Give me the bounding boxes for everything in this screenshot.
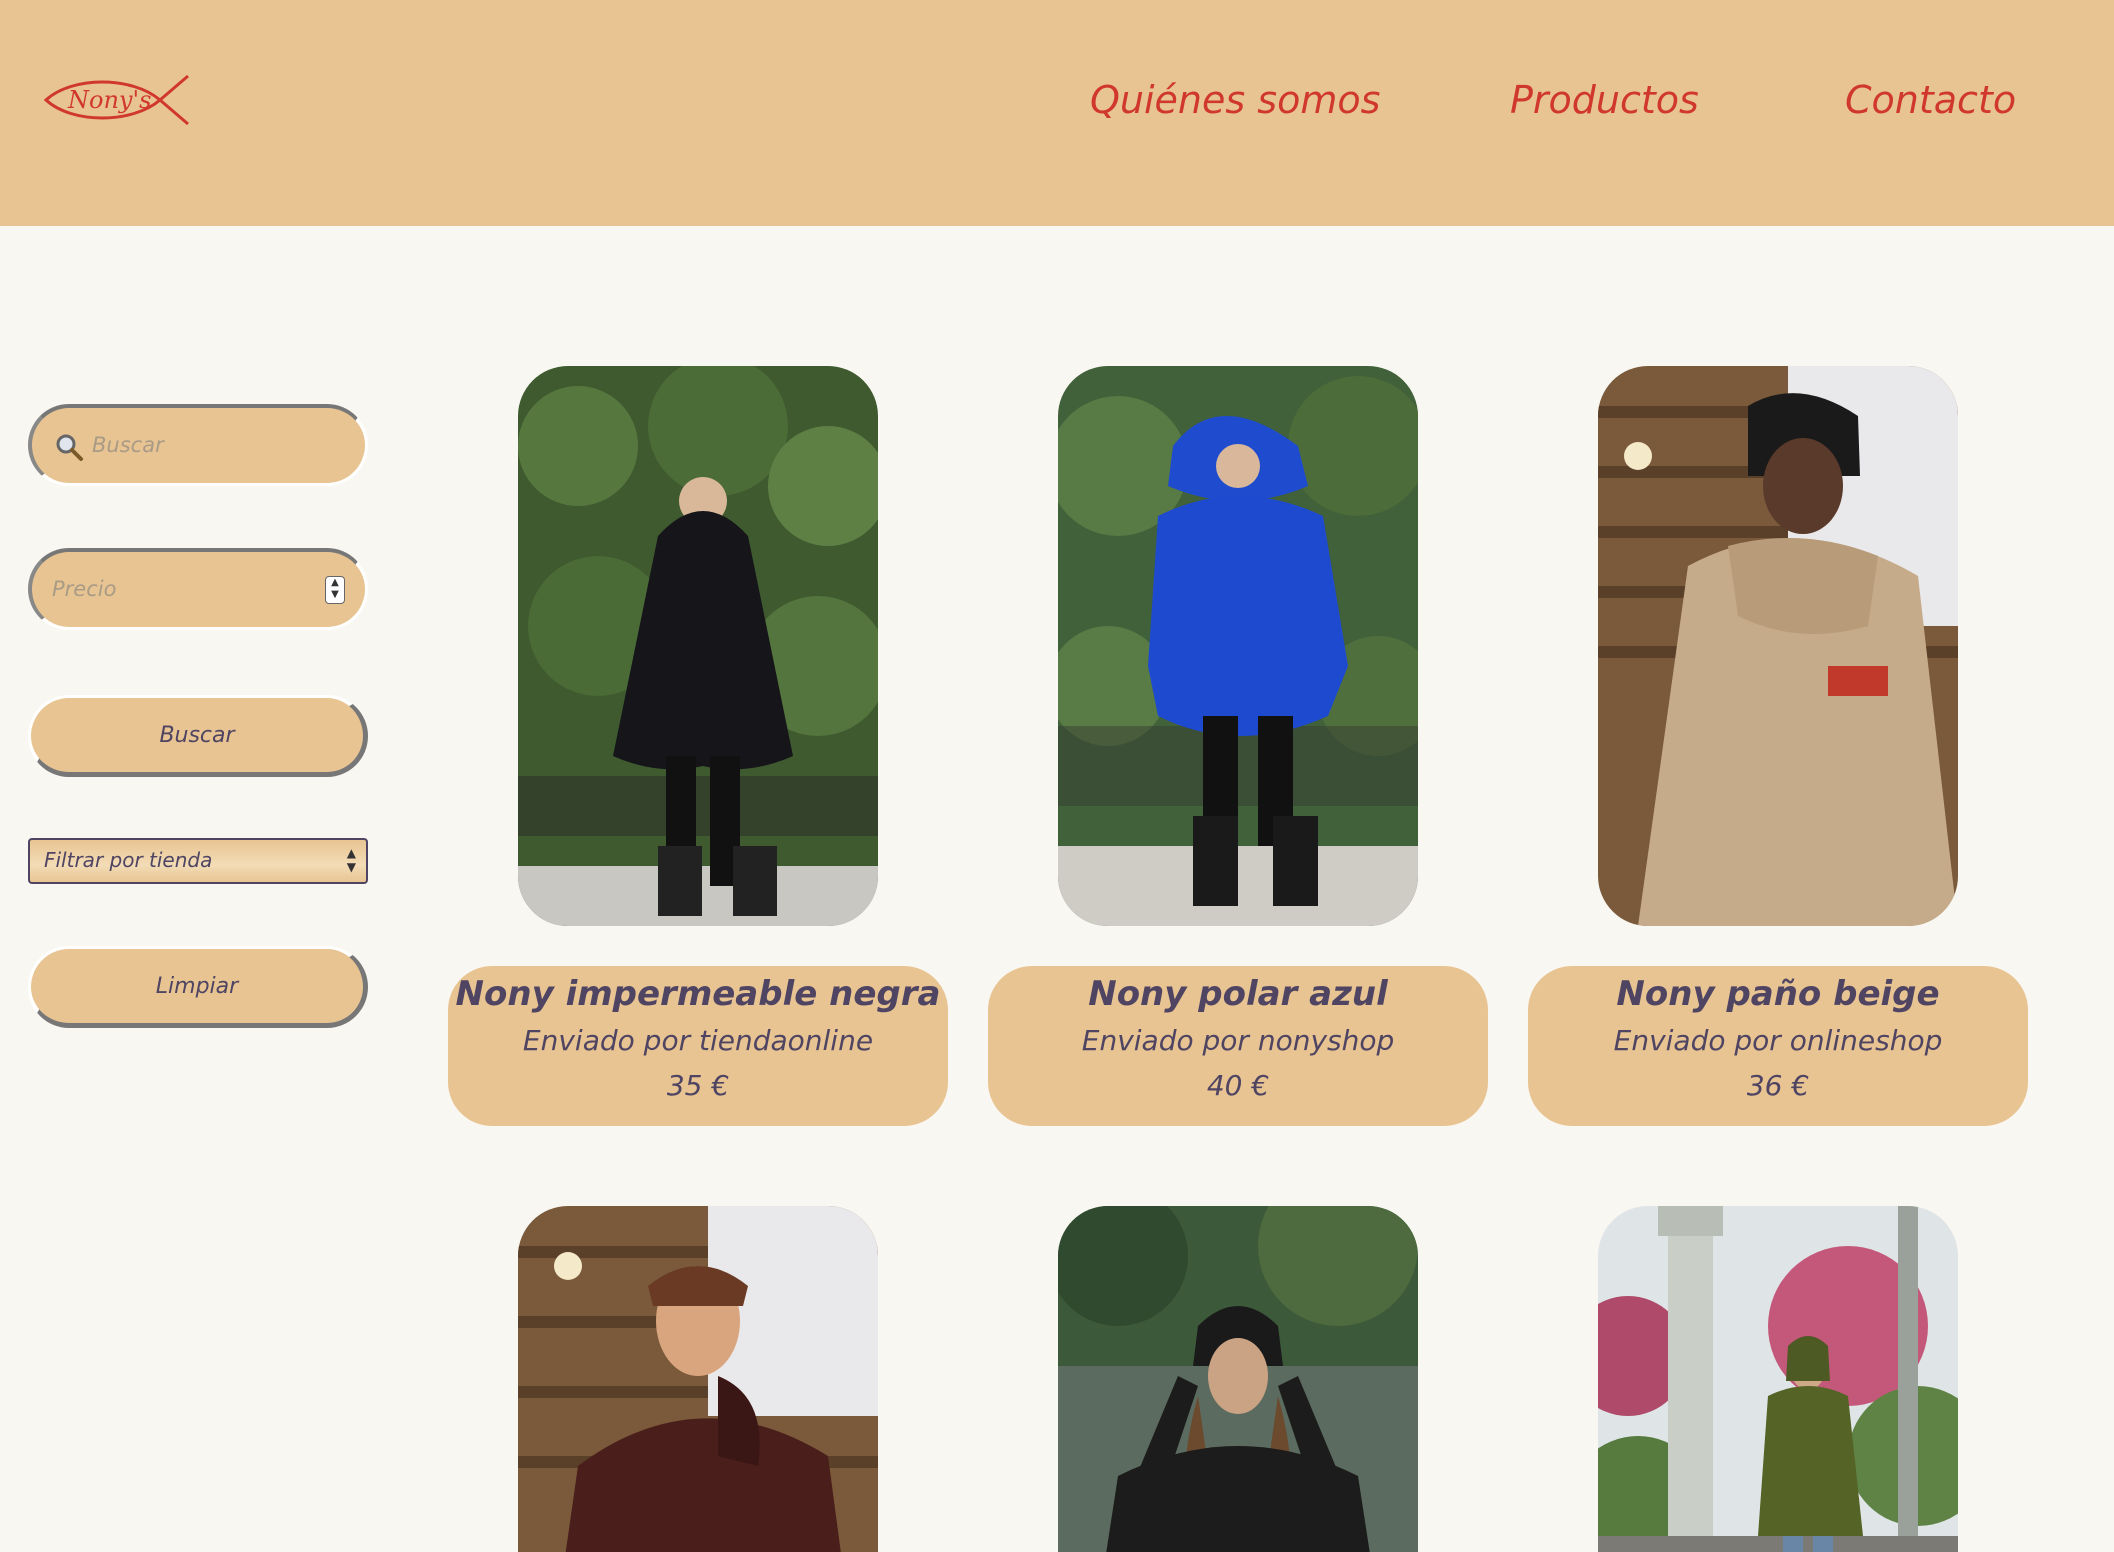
search-placeholder: Buscar bbox=[92, 433, 164, 457]
product-image[interactable] bbox=[1058, 1206, 1418, 1552]
product-shop: Enviado por onlineshop bbox=[1613, 1024, 1943, 1057]
price-stepper-icon[interactable]: ▲ ▼ bbox=[325, 576, 345, 604]
product-name: Nony polar azul bbox=[1088, 974, 1388, 1014]
product-price: 36 € bbox=[1746, 1069, 1810, 1102]
fish-logo-icon[interactable]: Nony's bbox=[42, 72, 192, 128]
product-shop: Enviado por tiendaonline bbox=[522, 1024, 874, 1057]
product-price: 40 € bbox=[1206, 1069, 1270, 1102]
product-image[interactable] bbox=[518, 1206, 878, 1552]
nav-productos[interactable]: Productos bbox=[1510, 78, 1699, 122]
price-placeholder: Precio bbox=[52, 577, 117, 601]
store-filter-label: Filtrar por tienda bbox=[44, 848, 213, 872]
svg-text:Nony's: Nony's bbox=[67, 86, 151, 114]
price-input[interactable]: Precio ▲ ▼ bbox=[28, 548, 368, 630]
product-image[interactable] bbox=[1598, 1206, 1958, 1552]
product-info: Nony polar azul Enviado por nonyshop 40 … bbox=[988, 966, 1488, 1126]
store-filter-select[interactable]: Filtrar por tienda ▲ ▼ bbox=[28, 838, 368, 884]
product-image[interactable] bbox=[1058, 366, 1418, 926]
site-header: Nony's Quiénes somos Productos Contacto bbox=[0, 0, 2114, 226]
search-input[interactable]: Buscar bbox=[28, 404, 368, 486]
product-price: 35 € bbox=[666, 1069, 730, 1102]
select-arrows-icon: ▲ ▼ bbox=[346, 846, 356, 874]
search-button[interactable]: Buscar bbox=[28, 695, 368, 777]
clear-button[interactable]: Limpiar bbox=[28, 946, 368, 1028]
product-name: Nony paño beige bbox=[1616, 974, 1940, 1014]
product-name: Nony impermeable negra bbox=[455, 974, 941, 1014]
nav-contacto[interactable]: Contacto bbox=[1845, 78, 2016, 122]
product-info: Nony paño beige Enviado por onlineshop 3… bbox=[1528, 966, 2028, 1126]
product-image[interactable] bbox=[1598, 366, 1958, 926]
nav-quienes-somos[interactable]: Quiénes somos bbox=[1090, 78, 1380, 122]
product-image[interactable] bbox=[518, 366, 878, 926]
search-icon bbox=[56, 434, 83, 461]
product-shop: Enviado por nonyshop bbox=[1081, 1024, 1395, 1057]
product-info: Nony impermeable negra Enviado por tiend… bbox=[448, 966, 948, 1126]
